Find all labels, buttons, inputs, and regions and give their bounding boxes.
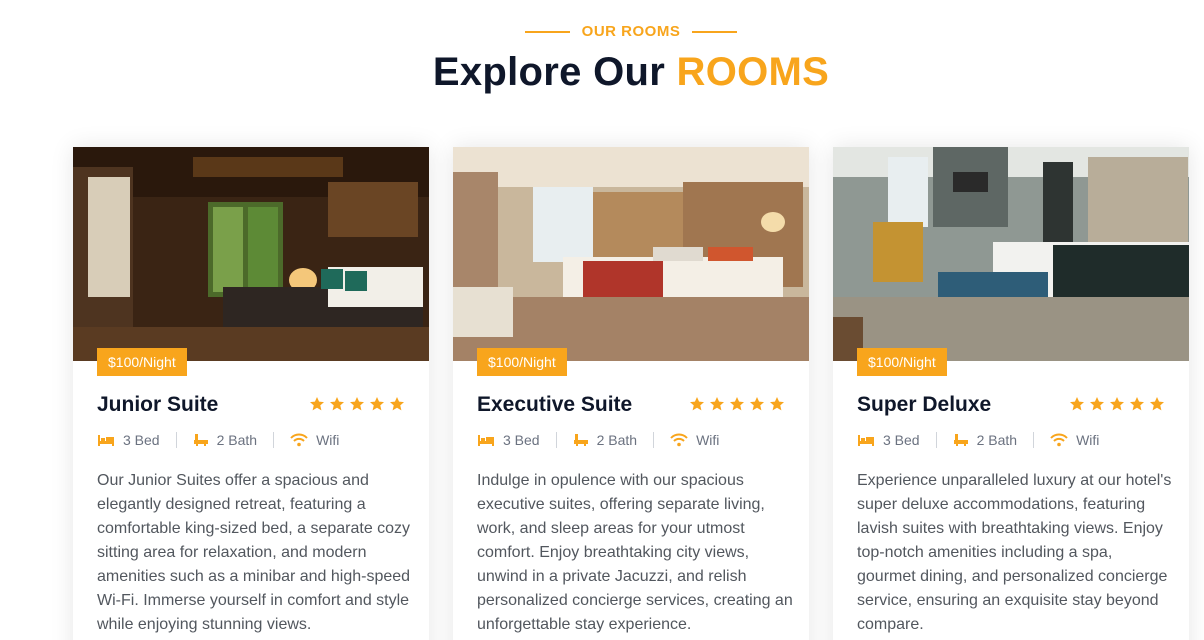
eyebrow-text: OUR ROOMS	[581, 23, 681, 40]
feature-bath: 2 Bath	[555, 432, 653, 448]
room-photo-image	[73, 147, 429, 361]
eyebrow-line-left	[524, 30, 570, 33]
star-icon	[1130, 397, 1144, 411]
bed-icon	[478, 435, 494, 446]
star-icon	[390, 397, 404, 411]
bath-icon	[193, 434, 208, 446]
star-icon	[690, 397, 704, 411]
room-card-junior-suite[interactable]: $100/Night Junior Suite 3 Bed 2 Bath Wif…	[73, 147, 429, 640]
star-icon	[710, 397, 724, 411]
wifi-label: Wifi	[696, 432, 720, 448]
room-photo[interactable]	[73, 147, 429, 361]
star-icon	[750, 397, 764, 411]
room-photo[interactable]	[833, 147, 1189, 361]
feature-bath: 2 Bath	[175, 432, 273, 448]
room-photo-image	[833, 147, 1189, 361]
wifi-icon	[670, 433, 688, 447]
feature-wifi: Wifi	[653, 432, 735, 448]
room-card-executive-suite[interactable]: $100/Night Executive Suite 3 Bed 2 Bath …	[453, 147, 809, 640]
feature-bed: 3 Bed	[97, 432, 176, 448]
star-icon	[310, 397, 324, 411]
room-description: Experience unparalleled luxury at our ho…	[857, 472, 1172, 633]
bath-count: 2 Bath	[216, 432, 258, 448]
wifi-label: Wifi	[316, 432, 340, 448]
bed-icon	[98, 435, 114, 446]
price-badge: $100/Night	[857, 348, 947, 376]
bed-icon	[858, 435, 874, 446]
room-card-super-deluxe[interactable]: $100/Night Super Deluxe 3 Bed 2 Bath Wif…	[833, 147, 1189, 640]
room-features: 3 Bed 2 Bath Wifi	[477, 432, 735, 448]
room-name[interactable]: Super Deluxe	[857, 393, 991, 417]
feature-bed: 3 Bed	[857, 432, 936, 448]
title-main: Explore Our	[432, 50, 666, 94]
star-rating	[1069, 396, 1165, 412]
room-description: Our Junior Suites offer a spacious and e…	[97, 472, 411, 633]
star-icon	[1090, 397, 1104, 411]
bed-count: 3 Bed	[123, 432, 160, 448]
room-photo-image	[453, 147, 809, 361]
bath-count: 2 Bath	[596, 432, 638, 448]
star-icon	[350, 397, 364, 411]
room-photo[interactable]	[453, 147, 809, 361]
bath-icon	[573, 434, 588, 446]
bed-count: 3 Bed	[503, 432, 540, 448]
feature-bed: 3 Bed	[477, 432, 556, 448]
feature-wifi: Wifi	[273, 432, 355, 448]
wifi-icon	[290, 433, 308, 447]
star-icon	[1150, 397, 1164, 411]
bed-count: 3 Bed	[883, 432, 920, 448]
price-badge: $100/Night	[477, 348, 567, 376]
star-icon	[730, 397, 744, 411]
bath-count: 2 Bath	[976, 432, 1018, 448]
star-icon	[370, 397, 384, 411]
room-description: Indulge in opulence with our spacious ex…	[477, 472, 793, 633]
feature-bath: 2 Bath	[935, 432, 1033, 448]
star-icon	[1070, 397, 1084, 411]
star-rating	[309, 396, 405, 412]
wifi-icon	[1050, 433, 1068, 447]
room-features: 3 Bed 2 Bath Wifi	[97, 432, 355, 448]
feature-wifi: Wifi	[1033, 432, 1115, 448]
section-eyebrow: OUR ROOMS	[0, 23, 1204, 40]
title-accent: ROOMS	[676, 50, 830, 94]
star-icon	[330, 397, 344, 411]
price-badge: $100/Night	[97, 348, 187, 376]
wifi-label: Wifi	[1076, 432, 1100, 448]
section-title: Explore Our ROOMS	[0, 50, 1204, 95]
star-icon	[1110, 397, 1124, 411]
bath-icon	[953, 434, 968, 446]
star-icon	[770, 397, 784, 411]
room-name[interactable]: Executive Suite	[477, 393, 632, 417]
room-features: 3 Bed 2 Bath Wifi	[857, 432, 1115, 448]
eyebrow-line-right	[692, 30, 738, 33]
room-name[interactable]: Junior Suite	[97, 393, 218, 417]
star-rating	[689, 396, 785, 412]
